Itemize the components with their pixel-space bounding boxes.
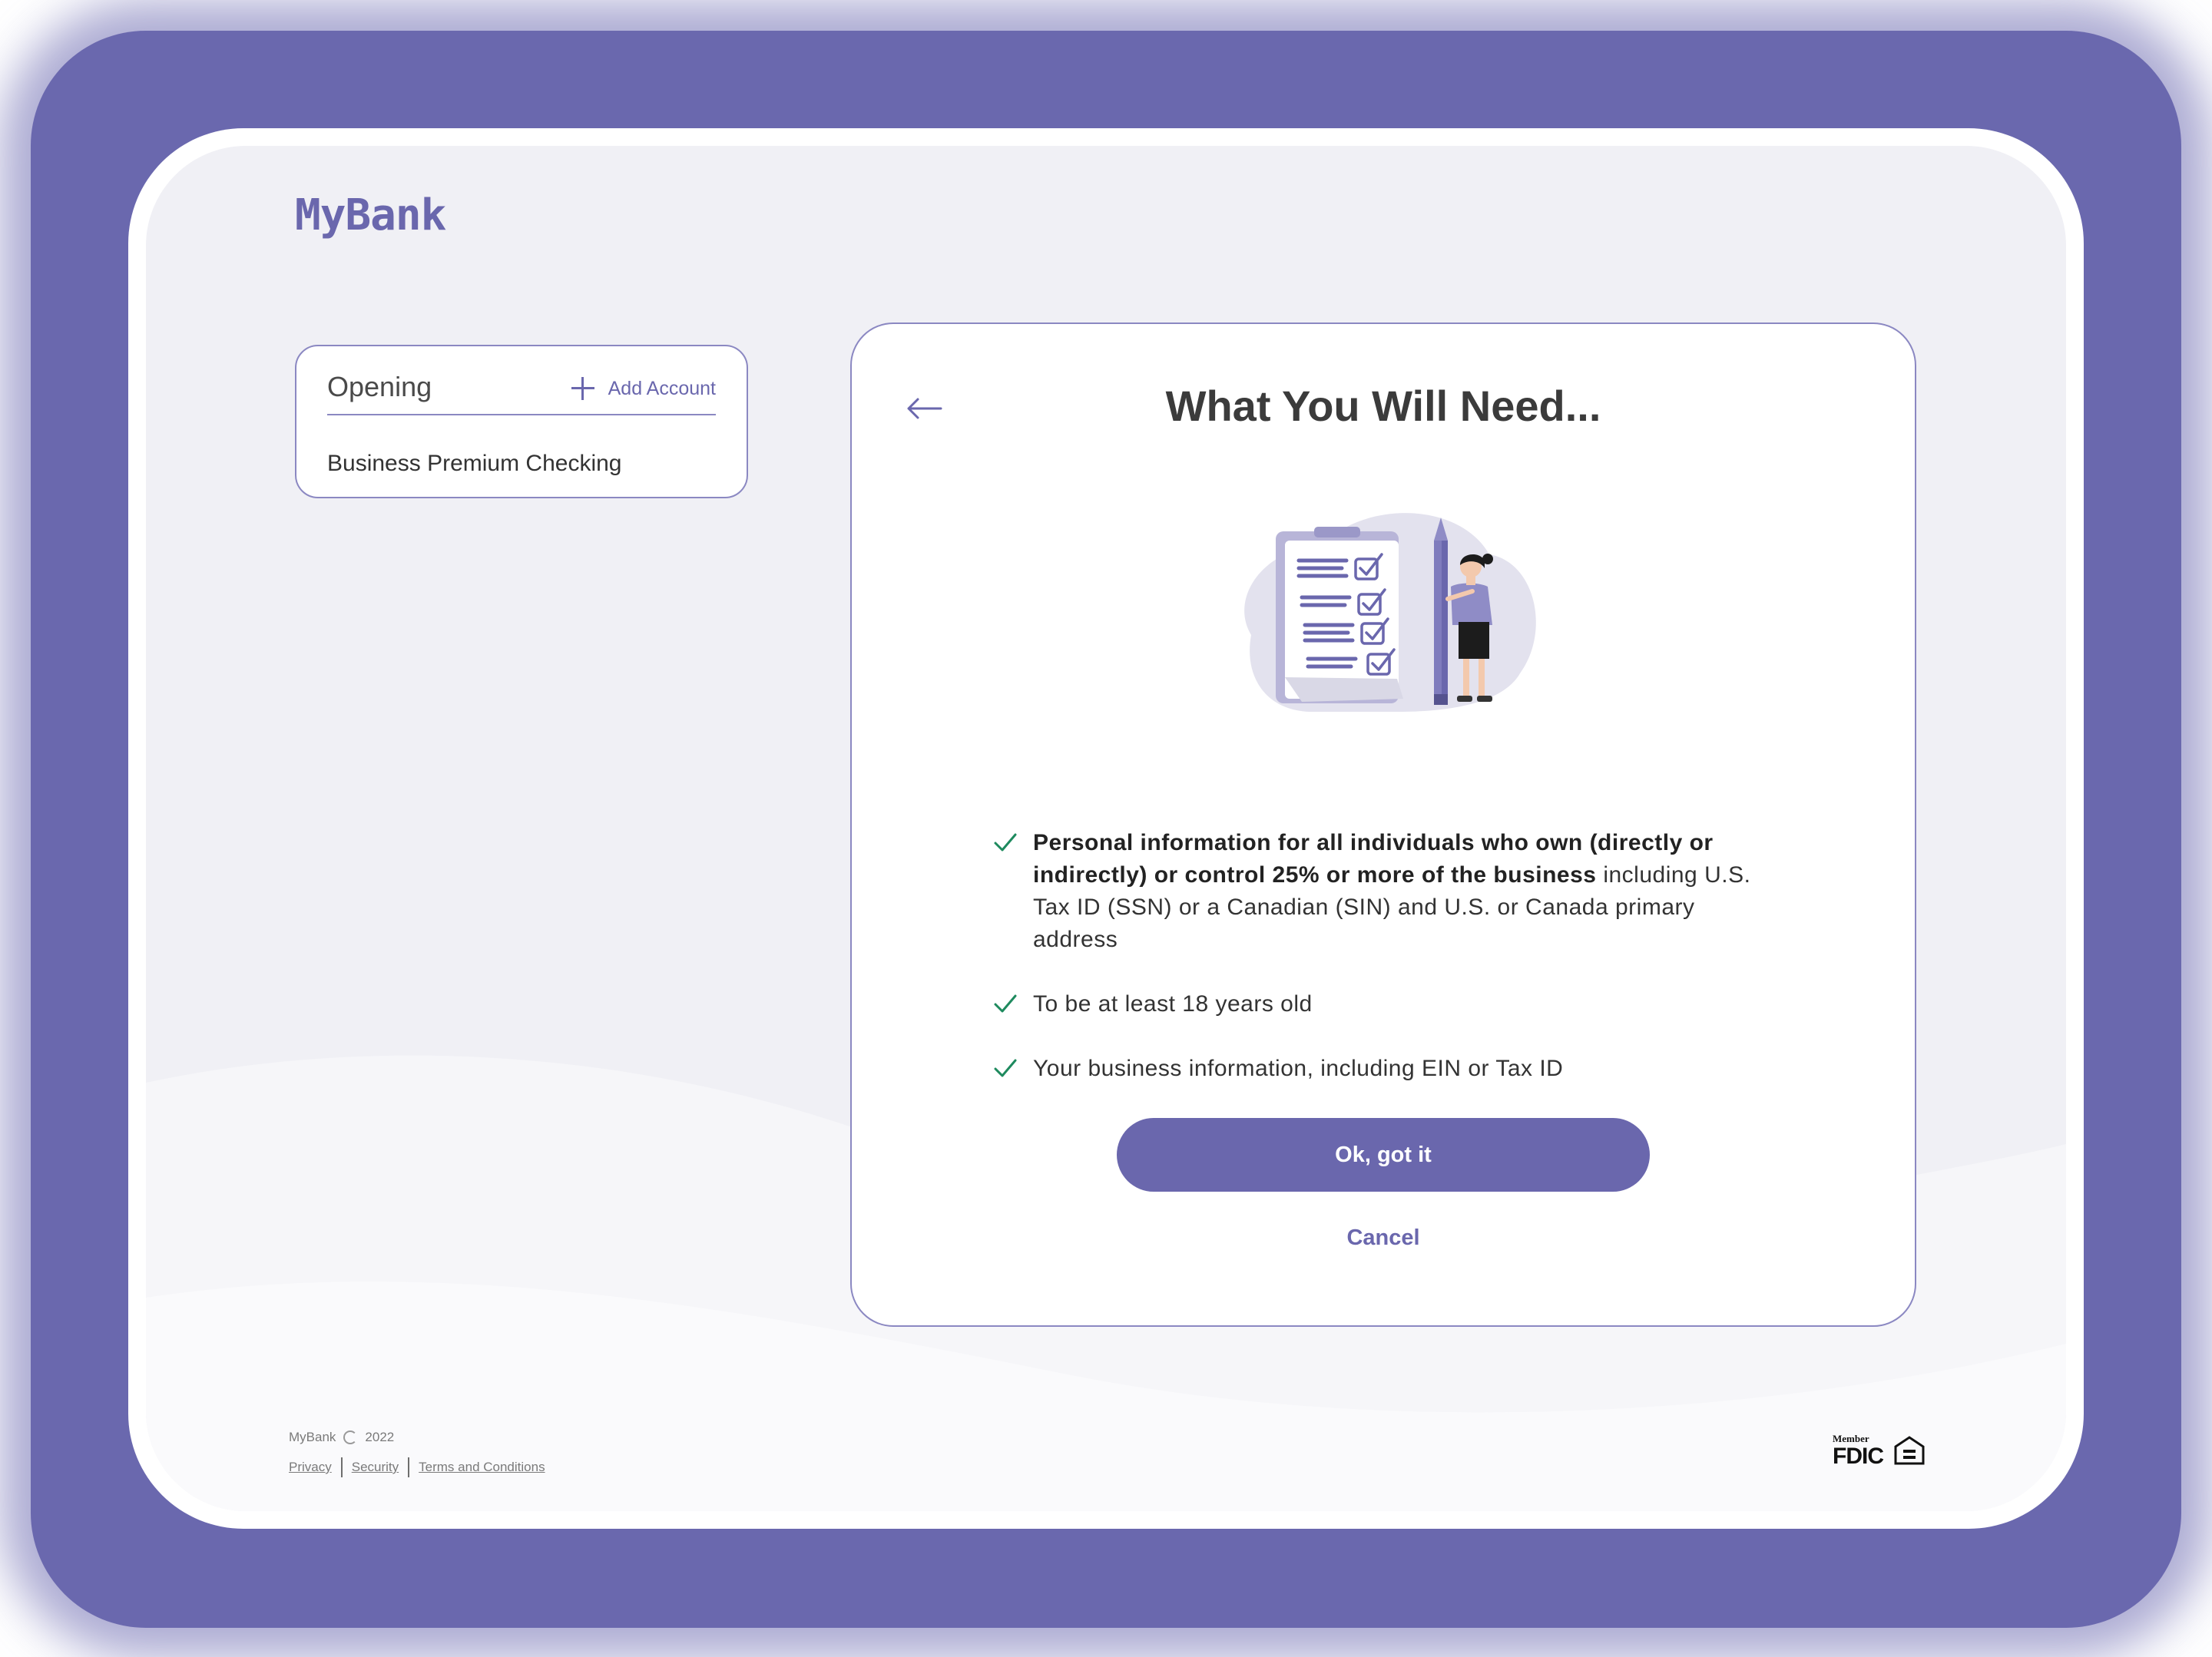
add-account-button[interactable]: Add Account [571, 377, 716, 400]
terms-link[interactable]: Terms and Conditions [419, 1460, 545, 1475]
modal-title: What You Will Need... [1165, 382, 1601, 430]
check-icon [994, 833, 1017, 852]
plus-icon [571, 377, 594, 400]
checklist-illustration [1244, 513, 1536, 712]
footer-brand: MyBank [289, 1430, 336, 1444]
requirement-text: To be at least 18 years old [1033, 991, 1313, 1017]
requirement-item: To be at least 18 years old [993, 988, 1777, 1020]
footer-links: Privacy Security Terms and Conditions [289, 1457, 545, 1477]
equal-housing-icon [1894, 1436, 1925, 1465]
accounts-panel-header: Opening Add Account [327, 368, 716, 415]
footer: MyBank 2022 Privacy Security Terms and C… [289, 1430, 545, 1477]
fdic-text: FDIC [1833, 1444, 1883, 1468]
requirements-list: Personal information for all individuals… [993, 827, 1777, 1117]
requirement-text: Your business information, including EIN… [1033, 1056, 1564, 1081]
privacy-link[interactable]: Privacy [289, 1460, 332, 1475]
accounts-panel: Opening Add Account Business Premium Che… [295, 345, 748, 498]
copyright-icon [343, 1430, 358, 1444]
footer-divider [340, 1457, 343, 1477]
accounts-panel-title: Opening [327, 371, 432, 402]
fdic-member-text: Member [1833, 1433, 1869, 1444]
mybank-logo: MyBank [295, 190, 446, 240]
check-icon [994, 994, 1017, 1013]
fdic-logo: Member FDIC [1833, 1433, 1925, 1468]
footer-year: 2022 [365, 1430, 395, 1444]
requirements-modal: What You Will Need... Personal informati… [850, 322, 1916, 1327]
footer-divider [408, 1457, 410, 1477]
requirement-item: Your business information, including EIN… [993, 1053, 1777, 1085]
account-item[interactable]: Business Premium Checking [327, 451, 621, 477]
requirement-item: Personal information for all individuals… [993, 827, 1777, 956]
ok-got-it-button[interactable]: Ok, got it [1117, 1118, 1650, 1192]
cancel-button[interactable]: Cancel [852, 1225, 1915, 1251]
add-account-label: Add Account [608, 377, 716, 399]
security-link[interactable]: Security [352, 1460, 399, 1475]
copyright: MyBank 2022 [289, 1430, 545, 1445]
check-icon [994, 1059, 1017, 1077]
app-screen: MyBank Opening Add Account Business Prem… [146, 146, 2066, 1511]
